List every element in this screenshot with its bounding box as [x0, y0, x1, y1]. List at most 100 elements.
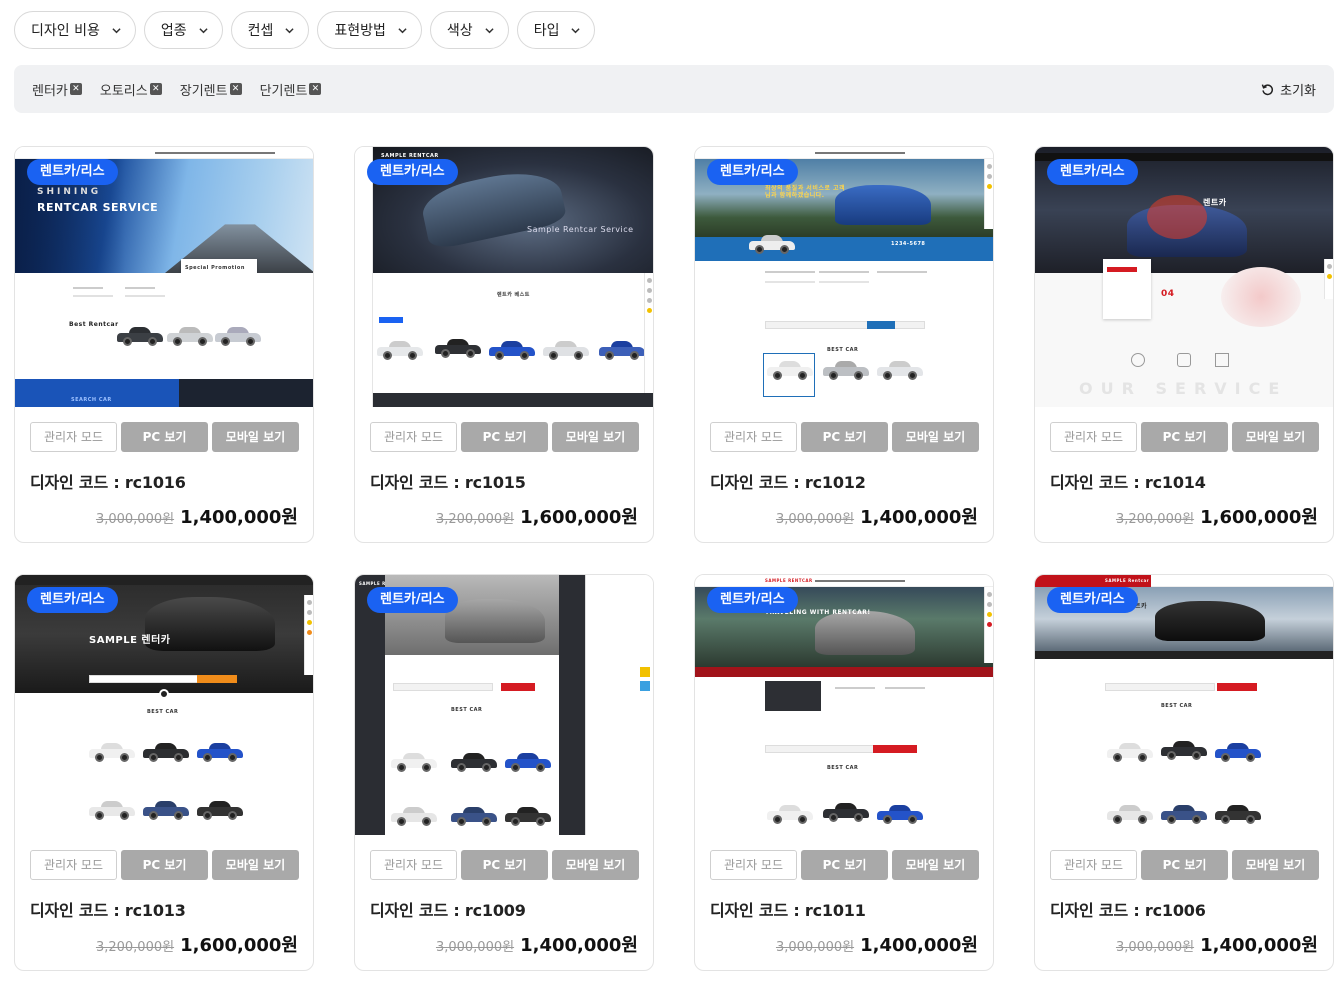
template-card: 최상의 품질과 서비스로 고객님과 함께하겠습니다. 1234-5678 BES… — [694, 146, 994, 543]
chip-shortterm[interactable]: 단기렌트 ✕ — [260, 80, 322, 99]
mobile-view-button[interactable]: 모바일 보기 — [1232, 850, 1319, 880]
mobile-view-button[interactable]: 모바일 보기 — [212, 422, 299, 452]
mobile-view-button[interactable]: 모바일 보기 — [552, 850, 639, 880]
category-badge: 렌트카/리스 — [367, 159, 458, 185]
design-code: 디자인 코드 : rc1015 — [370, 469, 526, 493]
thumb-hero-title: Sample Rentcar Service — [527, 225, 634, 234]
template-thumbnail[interactable]: SAMPLE RENTCAR Sample Rentcar Service 렌트… — [355, 147, 653, 407]
chevron-down-icon — [398, 26, 407, 35]
filter-design-cost[interactable]: 디자인 비용 — [14, 11, 136, 49]
refresh-icon — [1261, 83, 1274, 96]
chevron-down-icon — [199, 26, 208, 35]
thumb-section-title: BEST CAR — [827, 765, 859, 771]
reset-button[interactable]: 초기화 — [1261, 80, 1316, 99]
template-thumbnail[interactable]: SAMPLE RENTCAR BEST CAR — [355, 575, 653, 835]
design-code-value: rc1012 — [804, 473, 866, 492]
card-actions: 관리자 모드 PC 보기 모바일 보기 — [370, 850, 639, 880]
design-code: 디자인 코드 : rc1016 — [30, 469, 186, 493]
pc-view-button[interactable]: PC 보기 — [801, 422, 888, 452]
template-thumbnail[interactable]: SHINING RENTCAR SERVICE Special Promotio… — [15, 147, 313, 407]
mobile-view-button[interactable]: 모바일 보기 — [892, 850, 979, 880]
original-price: 3,000,000원 — [775, 512, 855, 527]
design-code-value: rc1016 — [124, 473, 186, 492]
sale-price: 1,600,000원 — [520, 507, 638, 528]
design-code-prefix: 디자인 코드 : — [370, 473, 465, 492]
template-card: 렌트카 04 OUR SERVICE 렌트카/리스 관리자 모드 PC 보기 모… — [1034, 146, 1334, 543]
chip-label: 렌터카 — [32, 83, 68, 99]
pc-view-button[interactable]: PC 보기 — [1141, 850, 1228, 880]
pc-view-button[interactable]: PC 보기 — [121, 850, 208, 880]
thumb-hero-title: 최상의 품질과 서비스로 고객님과 함께하겠습니다. — [765, 185, 846, 199]
chevron-down-icon — [571, 26, 581, 35]
thumb-section-title: 렌트카 베스트 — [497, 292, 530, 298]
card-actions: 관리자 모드 PC 보기 모바일 보기 — [1050, 422, 1319, 452]
template-card: SAMPLE RENTCAR TRAVELING WITH RENTCAR! B… — [694, 574, 994, 971]
price: 3,200,000원 1,600,000원 — [1116, 503, 1318, 529]
mobile-view-button[interactable]: 모바일 보기 — [212, 850, 299, 880]
card-actions: 관리자 모드 PC 보기 모바일 보기 — [710, 850, 979, 880]
category-badge: 렌트카/리스 — [1047, 587, 1138, 613]
admin-mode-button[interactable]: 관리자 모드 — [1050, 850, 1137, 880]
original-price: 3,000,000원 — [775, 940, 855, 955]
filter-label: 타입 — [533, 23, 560, 39]
admin-mode-button[interactable]: 관리자 모드 — [370, 850, 457, 880]
admin-mode-button[interactable]: 관리자 모드 — [30, 850, 117, 880]
thumb-hero-title: 렌트카 — [1203, 198, 1227, 207]
sale-price: 1,600,000원 — [1200, 507, 1318, 528]
template-thumbnail[interactable]: SAMPLE 렌터카 BEST CAR — [15, 575, 313, 835]
close-icon[interactable]: ✕ — [149, 83, 162, 95]
pc-view-button[interactable]: PC 보기 — [461, 850, 548, 880]
filter-expression[interactable]: 표현방법 — [317, 11, 422, 49]
mobile-view-button[interactable]: 모바일 보기 — [552, 422, 639, 452]
chip-autolease[interactable]: 오토리스 ✕ — [100, 80, 162, 99]
close-icon[interactable]: ✕ — [69, 83, 82, 95]
design-code-prefix: 디자인 코드 : — [1050, 473, 1145, 492]
admin-mode-button[interactable]: 관리자 모드 — [1050, 422, 1137, 452]
admin-mode-button[interactable]: 관리자 모드 — [710, 850, 797, 880]
mobile-view-button[interactable]: 모바일 보기 — [892, 422, 979, 452]
chip-label: 오토리스 — [99, 83, 148, 99]
admin-mode-button[interactable]: 관리자 모드 — [370, 422, 457, 452]
design-code: 디자인 코드 : rc1012 — [710, 469, 866, 493]
price: 3,000,000원 1,400,000원 — [96, 503, 298, 529]
thumb-number: 04 — [1161, 289, 1175, 299]
design-code-prefix: 디자인 코드 : — [710, 901, 805, 920]
active-filter-chips: 렌터카 ✕ 오토리스 ✕ 장기렌트 ✕ 단기렌트 ✕ — [32, 80, 1261, 99]
design-code-value: rc1006 — [1144, 901, 1206, 920]
pc-view-button[interactable]: PC 보기 — [121, 422, 208, 452]
template-thumbnail[interactable]: SAMPLE Rentcar 렌트카 BEST CAR — [1035, 575, 1333, 835]
design-code-value: rc1014 — [1144, 473, 1206, 492]
category-badge: 렌트카/리스 — [707, 587, 798, 613]
template-card: SAMPLE Rentcar 렌트카 BEST CAR 렌트카/리스 관리자 모… — [1034, 574, 1334, 971]
template-thumbnail[interactable]: 렌트카 04 OUR SERVICE — [1035, 147, 1333, 407]
original-price: 3,000,000원 — [95, 512, 175, 527]
template-card: SHINING RENTCAR SERVICE Special Promotio… — [14, 146, 314, 543]
mobile-view-button[interactable]: 모바일 보기 — [1232, 422, 1319, 452]
original-price: 3,200,000원 — [95, 940, 175, 955]
design-code-prefix: 디자인 코드 : — [370, 901, 465, 920]
filter-color[interactable]: 색상 — [429, 11, 509, 49]
pc-view-button[interactable]: PC 보기 — [1141, 422, 1228, 452]
sale-price: 1,600,000원 — [180, 935, 298, 956]
category-badge: 렌트카/리스 — [1047, 159, 1138, 185]
filter-type[interactable]: 타입 — [516, 11, 596, 49]
chip-rentcar[interactable]: 렌터카 ✕ — [32, 80, 82, 99]
thumb-footer: SEARCH CAR — [71, 397, 112, 403]
chevron-down-icon — [485, 26, 494, 35]
thumb-logo: SAMPLE RENTCAR — [765, 578, 813, 583]
template-thumbnail[interactable]: 최상의 품질과 서비스로 고객님과 함께하겠습니다. 1234-5678 BES… — [695, 147, 993, 407]
pc-view-button[interactable]: PC 보기 — [801, 850, 888, 880]
template-thumbnail[interactable]: SAMPLE RENTCAR TRAVELING WITH RENTCAR! B… — [695, 575, 993, 835]
close-icon[interactable]: ✕ — [229, 83, 242, 95]
card-actions: 관리자 모드 PC 보기 모바일 보기 — [30, 850, 299, 880]
filter-concept[interactable]: 컨셉 — [230, 11, 310, 49]
admin-mode-button[interactable]: 관리자 모드 — [30, 422, 117, 452]
sale-price: 1,400,000원 — [520, 935, 638, 956]
design-code-prefix: 디자인 코드 : — [30, 901, 125, 920]
chip-longterm[interactable]: 장기렌트 ✕ — [180, 80, 242, 99]
original-price: 3,200,000원 — [435, 512, 515, 527]
filter-industry[interactable]: 업종 — [143, 11, 223, 49]
pc-view-button[interactable]: PC 보기 — [461, 422, 548, 452]
admin-mode-button[interactable]: 관리자 모드 — [710, 422, 797, 452]
close-icon[interactable]: ✕ — [309, 83, 322, 95]
